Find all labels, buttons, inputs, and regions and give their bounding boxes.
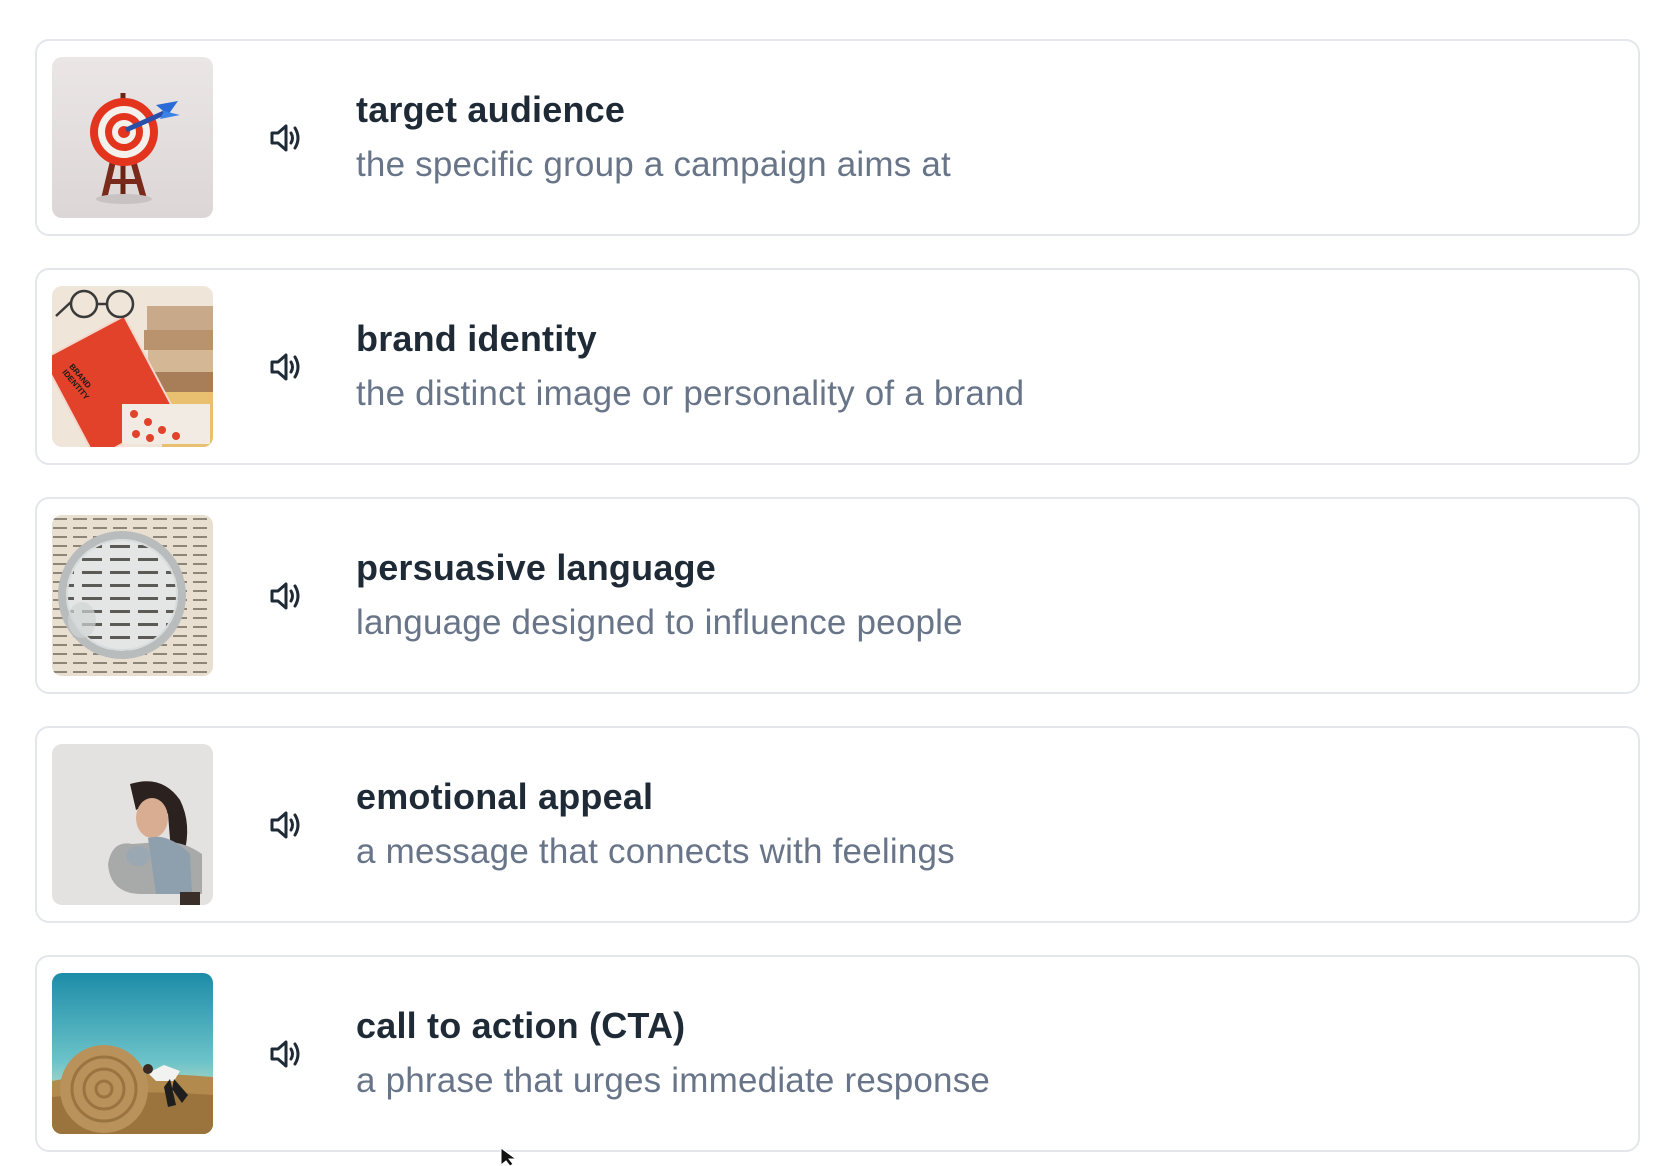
vocab-term: call to action (CTA) xyxy=(356,1005,686,1046)
person-pushing-hay-bale-image xyxy=(52,973,213,1134)
vocab-card-brand-identity[interactable]: BRAND IDENTITY brand identity the distin… xyxy=(35,268,1640,465)
vocabulary-list: target audience the specific group a cam… xyxy=(35,39,1640,1166)
vocab-term: persuasive language xyxy=(356,547,716,588)
vocab-texts: brand identity the distinct image or per… xyxy=(356,318,1024,415)
dartboard-target-image xyxy=(52,57,213,218)
vocab-card-target-audience[interactable]: target audience the specific group a cam… xyxy=(35,39,1640,236)
vocab-definition: language designed to influence people xyxy=(356,603,963,642)
speaker-icon[interactable] xyxy=(264,345,308,389)
speaker-icon[interactable] xyxy=(264,1032,308,1076)
magnifying-glass-dictionary-image xyxy=(52,515,213,676)
vocab-definition: the specific group a campaign aims at xyxy=(356,145,951,184)
vocab-term: emotional appeal xyxy=(356,776,654,817)
speaker-icon[interactable] xyxy=(264,803,308,847)
vocab-definition: a message that connects with feelings xyxy=(356,832,955,871)
sad-woman-image xyxy=(52,744,213,905)
speaker-icon[interactable] xyxy=(264,574,308,618)
vocabulary-page: target audience the specific group a cam… xyxy=(0,0,1676,1166)
vocab-term: target audience xyxy=(356,89,626,130)
mouse-cursor-icon xyxy=(500,1148,522,1166)
vocab-texts: target audience the specific group a cam… xyxy=(356,89,951,186)
brand-identity-book-image: BRAND IDENTITY xyxy=(52,286,213,447)
vocab-definition: a phrase that urges immediate response xyxy=(356,1061,991,1100)
speaker-icon[interactable] xyxy=(264,116,308,160)
vocab-card-persuasive-language[interactable]: persuasive language language designed to… xyxy=(35,497,1640,694)
vocab-definition: the distinct image or personality of a b… xyxy=(356,374,1025,413)
vocab-card-emotional-appeal[interactable]: emotional appeal a message that connects… xyxy=(35,726,1640,923)
vocab-card-call-to-action[interactable]: call to action (CTA) a phrase that urges… xyxy=(35,955,1640,1152)
vocab-texts: persuasive language language designed to… xyxy=(356,547,963,644)
vocab-texts: call to action (CTA) a phrase that urges… xyxy=(356,1005,990,1102)
vocab-texts: emotional appeal a message that connects… xyxy=(356,776,955,873)
vocab-term: brand identity xyxy=(356,318,597,359)
